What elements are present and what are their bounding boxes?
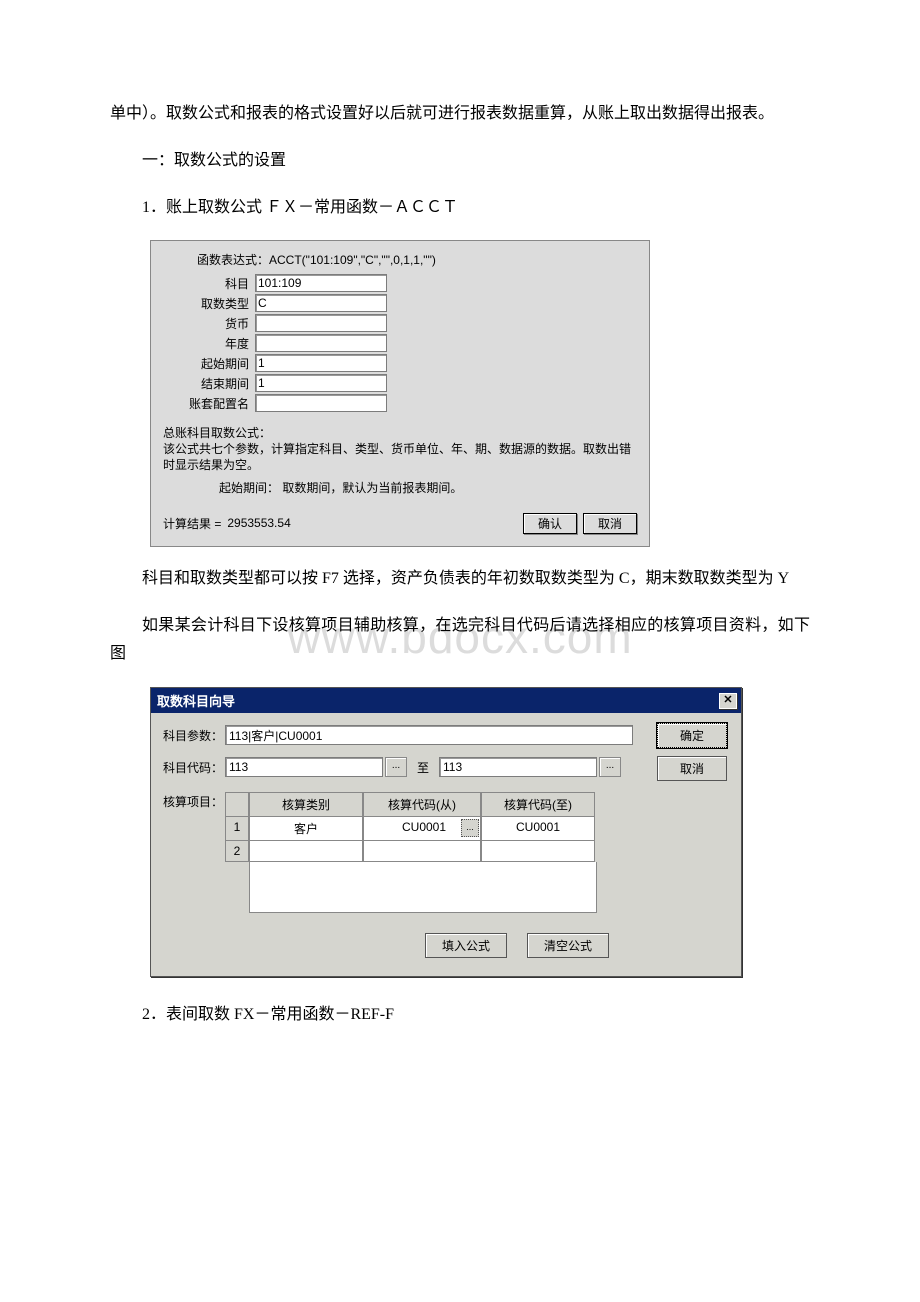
cell-category[interactable]: 客户 bbox=[249, 817, 363, 841]
cell-category[interactable] bbox=[249, 841, 363, 862]
dialog-title: 取数科目向导 bbox=[157, 691, 719, 710]
currency-label: 货币 bbox=[163, 315, 255, 332]
cell-ellipsis-icon[interactable]: ... bbox=[461, 819, 479, 837]
grid-header-code-from: 核算代码(从) bbox=[363, 792, 481, 817]
subject-code-to-input[interactable] bbox=[439, 757, 597, 777]
item-1: 1．账上取数公式 ＦＸ－常用函数－ＡＣＣＴ bbox=[110, 194, 810, 223]
ok-button[interactable]: 确认 bbox=[523, 513, 577, 534]
result-value: 2953553.54 bbox=[227, 516, 290, 530]
to-label: 至 bbox=[417, 759, 429, 776]
table-row[interactable]: 1 客户 CU0001 ... CU0001 bbox=[225, 817, 595, 841]
section-heading-1: 一：取数公式的设置 bbox=[110, 147, 810, 176]
paragraph-1: 单中）。取数公式和报表的格式设置好以后就可进行报表数据重算，从账上取出数据得出报… bbox=[110, 100, 810, 129]
year-input[interactable] bbox=[255, 334, 387, 352]
acct-form-panel: 函数表达式： ACCT("101:109","C","",0,1,1,"") 科… bbox=[150, 240, 650, 546]
cancel-button[interactable]: 取消 bbox=[583, 513, 637, 534]
row-number: 2 bbox=[225, 841, 249, 862]
grid-empty-area bbox=[249, 862, 597, 913]
clear-formula-button[interactable]: 清空公式 bbox=[527, 933, 609, 958]
subject-label: 科目 bbox=[163, 275, 255, 292]
grid-header-blank bbox=[225, 792, 249, 817]
paragraph-f7: 科目和取数类型都可以按 F7 选择，资产负债表的年初数取数类型为 C，期末数取数… bbox=[110, 565, 810, 594]
subject-wizard-dialog: 取数科目向导 ✕ 确定 取消 科目参数： 科目代码： ... 至 bbox=[150, 687, 742, 977]
cell-code-to[interactable] bbox=[481, 841, 595, 862]
aux-grid: 核算类别 核算代码(从) 核算代码(至) 1 客户 CU0001 ... CU0… bbox=[225, 792, 595, 913]
dialog-cancel-button[interactable]: 取消 bbox=[657, 756, 727, 781]
subject-param-label: 科目参数： bbox=[163, 727, 225, 744]
ellipsis-button-from[interactable]: ... bbox=[385, 757, 407, 777]
grid-header-code-to: 核算代码(至) bbox=[481, 792, 595, 817]
subject-code-label: 科目代码： bbox=[163, 759, 225, 776]
subject-input[interactable] bbox=[255, 274, 387, 292]
end-period-label: 结束期间 bbox=[163, 375, 255, 392]
expression-value: ACCT("101:109","C","",0,1,1,"") bbox=[269, 253, 436, 267]
acctset-label: 账套配置名 bbox=[163, 395, 255, 412]
acctset-input[interactable] bbox=[255, 394, 387, 412]
currency-input[interactable] bbox=[255, 314, 387, 332]
cell-code-from-text: CU0001 bbox=[398, 820, 446, 834]
type-input[interactable] bbox=[255, 294, 387, 312]
start-period-input[interactable] bbox=[255, 354, 387, 372]
end-period-input[interactable] bbox=[255, 374, 387, 392]
item-2: 2．表间取数 FX－常用函数－REF-F bbox=[110, 1001, 810, 1030]
close-icon[interactable]: ✕ bbox=[719, 693, 737, 709]
fill-formula-button[interactable]: 填入公式 bbox=[425, 933, 507, 958]
subject-code-from-input[interactable] bbox=[225, 757, 383, 777]
dialog-titlebar[interactable]: 取数科目向导 ✕ bbox=[151, 688, 741, 713]
formula-desc-body: 该公式共七个参数，计算指定科目、类型、货币单位、年、期、数据源的数据。取数出错时… bbox=[163, 442, 637, 473]
start-period-label: 起始期间 bbox=[163, 355, 255, 372]
ellipsis-button-to[interactable]: ... bbox=[599, 757, 621, 777]
sub-desc-body: 取数期间，默认为当前报表期间。 bbox=[282, 481, 462, 495]
expression-label: 函数表达式： bbox=[197, 251, 269, 268]
result-label: 计算结果 = bbox=[163, 515, 221, 532]
row-number: 1 bbox=[225, 817, 249, 841]
formula-desc-title: 总账科目取数公式： bbox=[163, 426, 637, 442]
type-label: 取数类型 bbox=[163, 295, 255, 312]
table-row[interactable]: 2 bbox=[225, 841, 595, 862]
dialog-ok-button[interactable]: 确定 bbox=[657, 723, 727, 748]
paragraph-auxiliary: 如果某会计科目下设核算项目辅助核算，在选完科目代码后请选择相应的核算项目资料，如… bbox=[110, 612, 810, 670]
sub-desc-label: 起始期间： bbox=[219, 481, 279, 495]
cell-code-to[interactable]: CU0001 bbox=[481, 817, 595, 841]
grid-header-category: 核算类别 bbox=[249, 792, 363, 817]
subject-param-input[interactable] bbox=[225, 725, 633, 745]
year-label: 年度 bbox=[163, 335, 255, 352]
cell-code-from[interactable]: CU0001 ... bbox=[363, 817, 481, 841]
aux-item-label: 核算项目： bbox=[163, 789, 225, 810]
cell-code-from[interactable] bbox=[363, 841, 481, 862]
